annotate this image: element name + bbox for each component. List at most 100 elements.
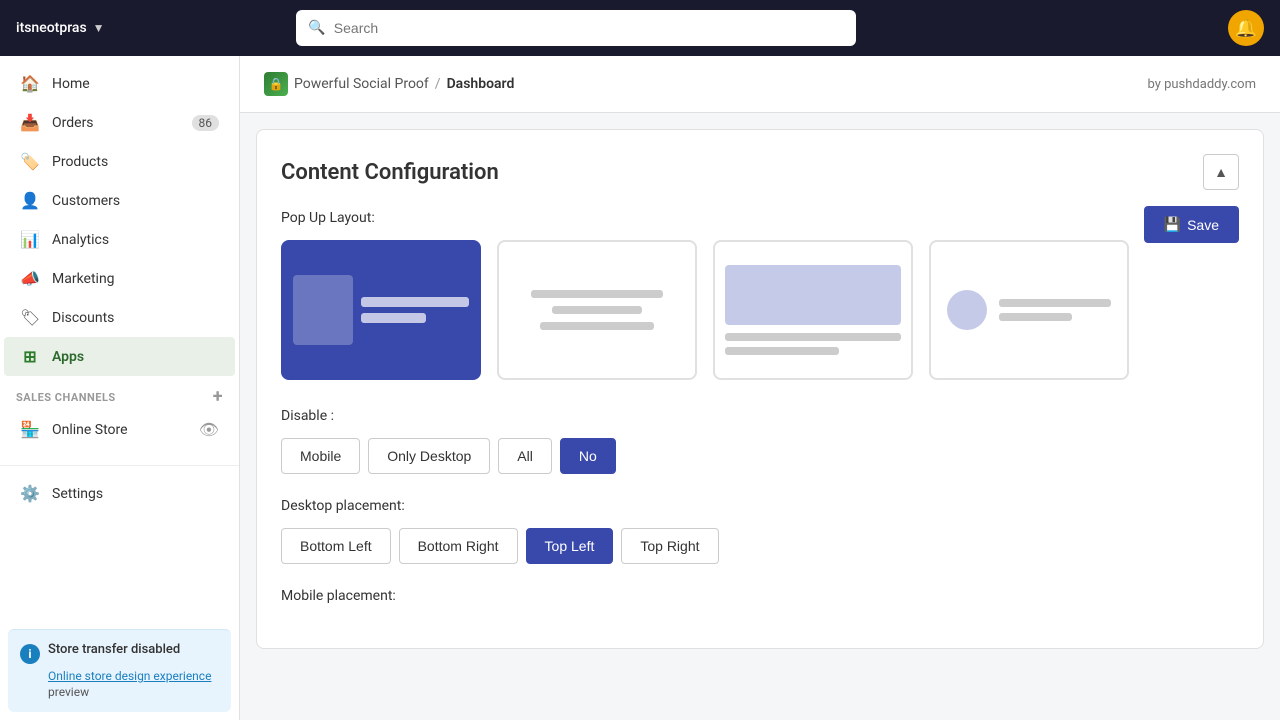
placement-bottom-left-button[interactable]: Bottom Left (281, 528, 391, 564)
placement-bottom-right-button[interactable]: Bottom Right (399, 528, 518, 564)
sidebar-footer: i Store transfer disabled Online store d… (8, 629, 231, 712)
sidebar-nav: 🏠 Home 📥 Orders 86 🏷️ Products 👤 Custome… (0, 56, 239, 621)
layout4-lines (999, 299, 1111, 321)
apps-icon: ⊞ (20, 347, 40, 366)
save-button[interactable]: 💾 Save (1144, 206, 1239, 243)
disable-btn-group: Mobile Only Desktop All No (281, 438, 1239, 474)
save-btn-container: 💾 Save (1144, 206, 1239, 243)
footer-title: Store transfer disabled (48, 642, 180, 657)
sidebar-item-label: Customers (52, 193, 120, 209)
settings-icon: ⚙️ (20, 484, 40, 503)
sales-channels-label: SALES CHANNELS (16, 391, 116, 404)
sidebar-item-label: Analytics (52, 232, 109, 248)
layout4-line2 (999, 313, 1072, 321)
sidebar-item-marketing[interactable]: 📣 Marketing (4, 259, 235, 298)
disable-all-button[interactable]: All (498, 438, 552, 474)
layout1-line1 (361, 297, 469, 307)
sidebar-item-label: Products (52, 154, 108, 170)
footer-link[interactable]: Online store design experience (48, 669, 211, 683)
search-bar: 🔍 (296, 10, 856, 46)
layout3-line2 (725, 347, 839, 355)
by-label: by pushdaddy.com (1147, 77, 1256, 92)
chevron-down-icon: ▼ (93, 21, 105, 35)
layout4-inner (931, 274, 1127, 346)
marketing-icon: 📣 (20, 269, 40, 288)
layout4-line1 (999, 299, 1111, 307)
layout4-thumb-circle (947, 290, 987, 330)
disable-mobile-button[interactable]: Mobile (281, 438, 360, 474)
breadcrumb-separator: / (435, 76, 441, 92)
layout-card-2[interactable] (497, 240, 697, 380)
disable-label: Disable : (281, 408, 1239, 424)
sidebar-item-settings[interactable]: ⚙️ Settings (4, 474, 235, 513)
sidebar-item-label: Marketing (52, 271, 115, 287)
layout2-line1 (531, 290, 662, 298)
add-channel-button[interactable]: + (213, 388, 223, 406)
sidebar-item-analytics[interactable]: 📊 Analytics (4, 220, 235, 259)
layout1-inner (283, 242, 479, 378)
sidebar-item-label: Home (52, 76, 90, 92)
disable-section: Disable : Mobile Only Desktop All No (281, 408, 1239, 474)
products-icon: 🏷️ (20, 152, 40, 171)
mobile-placement-label: Mobile placement: (281, 588, 1239, 604)
panel-scroll[interactable]: Content Configuration ▲ 💾 Save Pop Up La… (240, 113, 1280, 720)
search-icon: 🔍 (308, 20, 325, 36)
placement-top-left-button[interactable]: Top Left (526, 528, 614, 564)
layout-card-3[interactable] (713, 240, 913, 380)
sales-channels-section: SALES CHANNELS + (0, 376, 239, 410)
panel-header: Content Configuration ▲ (281, 154, 1239, 190)
layout2-line3 (540, 322, 655, 330)
sidebar-item-discounts[interactable]: 🏷 Discounts (4, 298, 235, 337)
app-logo-icon: 🔒 (264, 72, 288, 96)
desktop-placement-section: Desktop placement: Bottom Left Bottom Ri… (281, 498, 1239, 564)
discounts-icon: 🏷 (20, 308, 40, 327)
sidebar: 🏠 Home 📥 Orders 86 🏷️ Products 👤 Custome… (0, 56, 240, 720)
topbar-right: 🔔 (1228, 10, 1264, 46)
sidebar-item-customers[interactable]: 👤 Customers (4, 181, 235, 220)
desktop-placement-label: Desktop placement: (281, 498, 1239, 514)
sidebar-item-label: Online Store (52, 422, 128, 438)
layout-card-1[interactable] (281, 240, 481, 380)
footer-preview: preview (48, 685, 89, 699)
sidebar-item-home[interactable]: 🏠 Home (4, 64, 235, 103)
online-store-icon: 🏪 (20, 420, 40, 439)
customers-icon: 👤 (20, 191, 40, 210)
orders-badge: 86 (192, 115, 220, 131)
search-input[interactable] (334, 20, 845, 36)
breadcrumb-parent[interactable]: Powerful Social Proof (294, 76, 429, 92)
notification-bell[interactable]: 🔔 (1228, 10, 1264, 46)
layout-card-4[interactable] (929, 240, 1129, 380)
analytics-icon: 📊 (20, 230, 40, 249)
store-selector[interactable]: itsneotpras ▼ (16, 20, 105, 36)
eye-icon[interactable]: 👁 (199, 420, 219, 439)
breadcrumb-bar: 🔒 Powerful Social Proof / Dashboard by p… (240, 56, 1280, 113)
topbar: itsneotpras ▼ 🔍 🔔 (0, 0, 1280, 56)
disable-no-button[interactable]: No (560, 438, 616, 474)
placement-top-right-button[interactable]: Top Right (621, 528, 718, 564)
breadcrumb-current: Dashboard (447, 76, 515, 92)
layout3-inner (715, 255, 911, 365)
save-icon: 💾 (1164, 216, 1181, 233)
mobile-placement-section: Mobile placement: (281, 588, 1239, 604)
disable-only-desktop-button[interactable]: Only Desktop (368, 438, 490, 474)
popup-layout-label: Pop Up Layout: (281, 210, 1239, 226)
layout1-thumb-img (293, 275, 353, 345)
sidebar-item-label: Apps (52, 349, 84, 365)
layout2-line2 (552, 306, 642, 314)
sidebar-item-apps[interactable]: ⊞ Apps (4, 337, 235, 376)
content-area: 🔒 Powerful Social Proof / Dashboard by p… (240, 56, 1280, 720)
sidebar-item-online-store[interactable]: 🏪 Online Store 👁 (4, 410, 235, 449)
collapse-button[interactable]: ▲ (1203, 154, 1239, 190)
main-layout: 🏠 Home 📥 Orders 86 🏷️ Products 👤 Custome… (0, 56, 1280, 720)
sidebar-item-orders[interactable]: 📥 Orders 86 (4, 103, 235, 142)
panel-title: Content Configuration (281, 160, 499, 185)
layout3-thumb-img (725, 265, 901, 325)
store-name: itsneotpras (16, 20, 87, 36)
sidebar-item-label: Settings (52, 486, 103, 502)
breadcrumb: 🔒 Powerful Social Proof / Dashboard (264, 72, 514, 96)
sidebar-item-label: Orders (52, 115, 94, 131)
sidebar-item-products[interactable]: 🏷️ Products (4, 142, 235, 181)
placement-btn-group: Bottom Left Bottom Right Top Left Top Ri… (281, 528, 1239, 564)
layout1-thumb-lines (361, 297, 469, 323)
content-configuration-panel: Content Configuration ▲ 💾 Save Pop Up La… (256, 129, 1264, 649)
